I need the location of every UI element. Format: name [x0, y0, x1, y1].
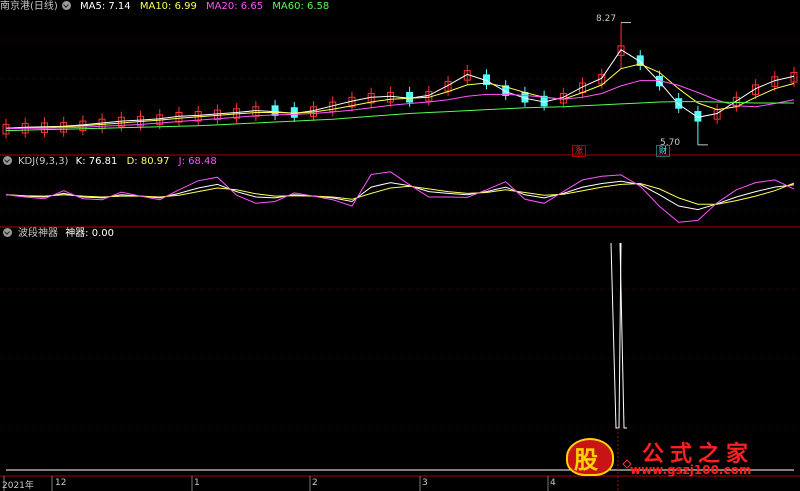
x-axis-label-jan: 1: [194, 478, 200, 488]
x-axis-label-mar: 3: [422, 478, 428, 488]
indicator-signal-spike: [619, 242, 627, 429]
high-price-label: 8.27: [596, 14, 617, 24]
up-tag: 涨: [572, 145, 586, 157]
x-axis-label-feb: 2: [312, 478, 318, 488]
indicator-signal-spike: [610, 242, 622, 429]
candle-body: [406, 92, 414, 103]
candle-body: [675, 98, 683, 109]
candle-body: [271, 105, 279, 116]
x-axis-label-year: 2021年: [2, 481, 34, 491]
stock-chart: 南京港(日线) MA5: 7.14 MA10: 6.99 MA20: 6.65 …: [0, 0, 800, 491]
ma5-line: [5, 49, 795, 129]
watermark: 股 公式之家 www.gszj100.com: [558, 436, 800, 477]
kdj-k-line: [5, 180, 795, 211]
low-tag: 财: [656, 145, 670, 157]
x-axis-label-dec: 12: [55, 478, 67, 488]
kdj-d-line: [5, 182, 795, 205]
watermark-glyph: 股: [574, 446, 598, 474]
x-axis-label-apr: 4: [550, 478, 556, 488]
watermark-logo: 股: [560, 436, 616, 476]
chart-canvas[interactable]: [0, 0, 800, 491]
watermark-url: www.gszj100.com: [630, 463, 752, 477]
